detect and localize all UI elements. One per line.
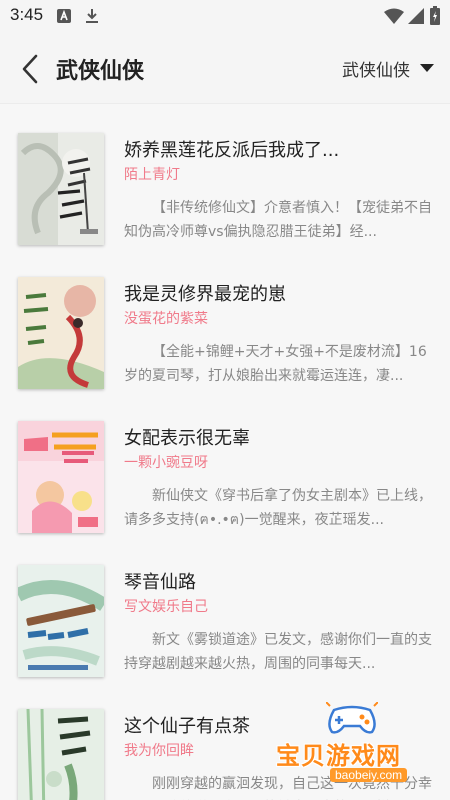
watermark-url: baobeiy.com xyxy=(330,768,408,782)
book-author: 一颗小豌豆呀 xyxy=(124,455,208,471)
book-list-item[interactable]: 女配表示很无辜 一颗小豌豆呀 新仙侠文《穿书后拿了伪女主剧本》已上线，请多多支持… xyxy=(0,393,450,539)
back-button[interactable] xyxy=(14,52,48,86)
book-description: 【全能+锦鲤+天才+女强+不是废材流】16岁的夏司琴，打从娘胎出来就霉运连连，凄… xyxy=(124,344,427,384)
book-list-item[interactable]: 我是灵修界最宠的崽 没蛋花的紫菜 【全能+锦鲤+天才+女强+不是废材流】16岁的… xyxy=(0,249,450,395)
status-bar: 3:45 xyxy=(0,0,450,32)
book-title: 琴音仙路 xyxy=(124,572,196,593)
book-list-item[interactable]: 娇养黑莲花反派后我成了... 陌上青灯 【非传统修仙文】介意者慎入！【宠徒弟不自… xyxy=(0,105,450,251)
book-author: 我为你回眸 xyxy=(124,743,194,759)
book-author: 写文娱乐自己 xyxy=(124,599,208,615)
book-list-item[interactable]: 琴音仙路 写文娱乐自己 新文《雾锁道途》已发文，感谢你们一直的支持穿越剧越来越火… xyxy=(0,537,450,683)
signal-icon xyxy=(408,8,424,28)
book-author: 没蛋花的紫菜 xyxy=(124,311,208,327)
book-cover-image xyxy=(18,133,104,245)
book-title: 我是灵修界最宠的崽 xyxy=(124,284,286,305)
download-icon xyxy=(84,8,100,28)
status-time: 3:45 xyxy=(10,5,44,24)
wifi-icon xyxy=(384,8,404,28)
chevron-left-icon xyxy=(22,54,38,84)
gamepad-icon xyxy=(326,702,378,734)
book-description: 新仙侠文《穿书后拿了伪女主剧本》已上线，请多多支持(ฅ•.•ฅ)一觉醒来，夜芷瑶… xyxy=(124,488,432,528)
book-cover-image xyxy=(18,709,104,800)
book-list: 娇养黑莲花反派后我成了... 陌上青灯 【非传统修仙文】介意者慎入！【宠徒弟不自… xyxy=(0,105,450,800)
book-title: 娇养黑莲花反派后我成了... xyxy=(124,140,340,161)
a-badge-icon xyxy=(56,8,72,28)
caret-down-icon xyxy=(420,64,434,72)
book-title: 女配表示很无辜 xyxy=(124,428,250,449)
watermark-text: 宝贝游戏网 xyxy=(276,742,401,770)
category-dropdown-value: 武侠仙侠 xyxy=(342,60,410,81)
book-cover-image xyxy=(18,565,104,677)
app-header: 武侠仙侠 武侠仙侠 xyxy=(0,32,450,104)
page-title: 武侠仙侠 xyxy=(56,59,145,84)
book-description: 【非传统修仙文】介意者慎入！【宠徒弟不自知伪高冷师尊vs偏执隐忍腊王徒弟】经..… xyxy=(124,200,432,240)
book-description: 新文《雾锁道途》已发文，感谢你们一直的支持穿越剧越来越火热，周围的同事每天... xyxy=(124,632,432,672)
book-cover-image xyxy=(18,421,104,533)
battery-icon xyxy=(430,6,440,29)
site-watermark: 宝贝游戏网 baobeiy.com xyxy=(270,700,450,800)
category-dropdown[interactable]: 武侠仙侠 xyxy=(342,54,434,82)
book-cover-image xyxy=(18,277,104,389)
book-author: 陌上青灯 xyxy=(124,167,180,183)
